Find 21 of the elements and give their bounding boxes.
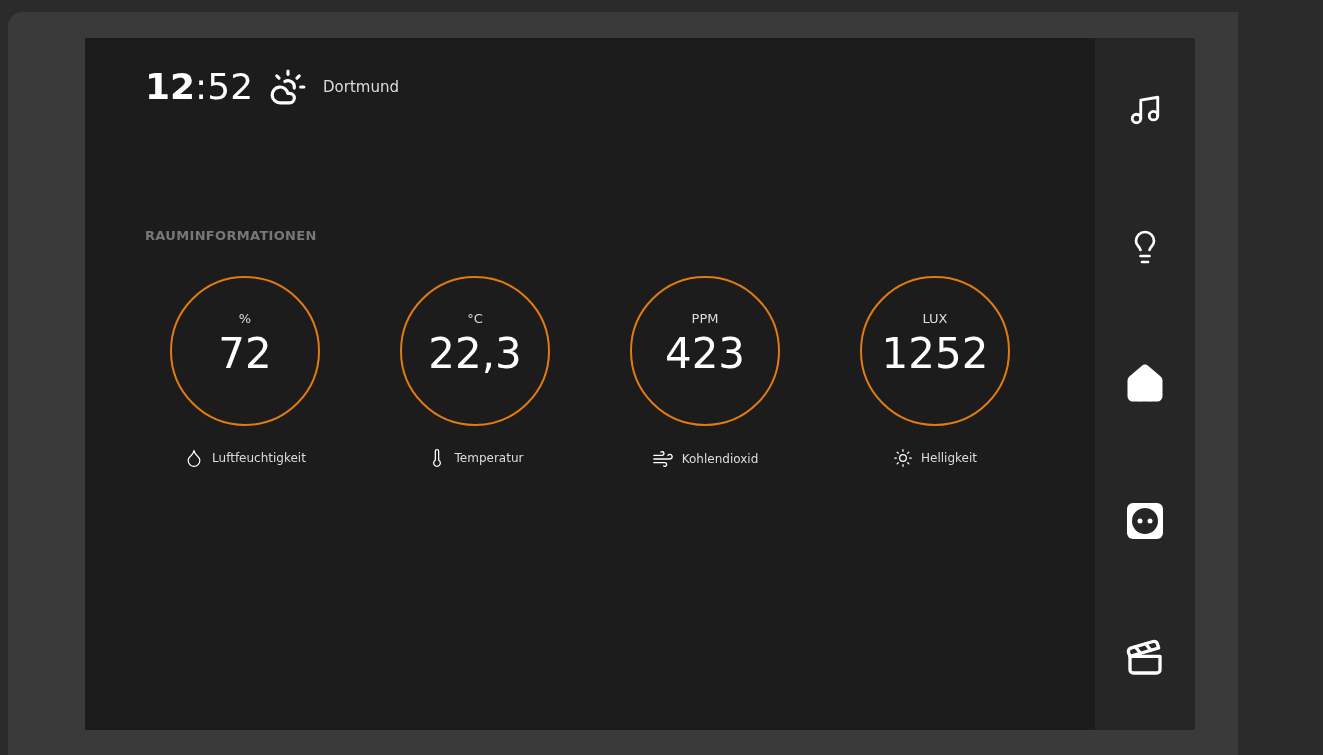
home-icon (1124, 363, 1166, 405)
sensor-value: 22,3 (428, 328, 522, 380)
clapperboard-icon (1125, 638, 1165, 678)
sensor-value: 72 (218, 328, 272, 380)
music-note-icon (1128, 93, 1162, 127)
sensor-unit: °C (467, 309, 483, 328)
sensor-value: 1252 (881, 328, 989, 380)
sensor-label: Helligkeit (921, 449, 977, 467)
city-name: Dortmund (323, 76, 399, 98)
sun-icon (893, 447, 913, 468)
clock: 12:52 (145, 69, 254, 105)
sensor-unit: LUX (922, 309, 948, 328)
sensor-label: Kohlendioxid (681, 450, 759, 468)
sensor-label: Temperatur (454, 449, 524, 467)
weather-icon (269, 68, 308, 106)
sensor-label: Luftfeuchtigkeit (212, 449, 306, 467)
sensor-value: 423 (664, 328, 746, 380)
sensor-unit: % (238, 309, 252, 328)
power-socket-icon (1127, 503, 1163, 539)
sensor-unit: PPM (691, 309, 719, 328)
section-title: RAUMINFORMATIONEN (145, 227, 317, 245)
